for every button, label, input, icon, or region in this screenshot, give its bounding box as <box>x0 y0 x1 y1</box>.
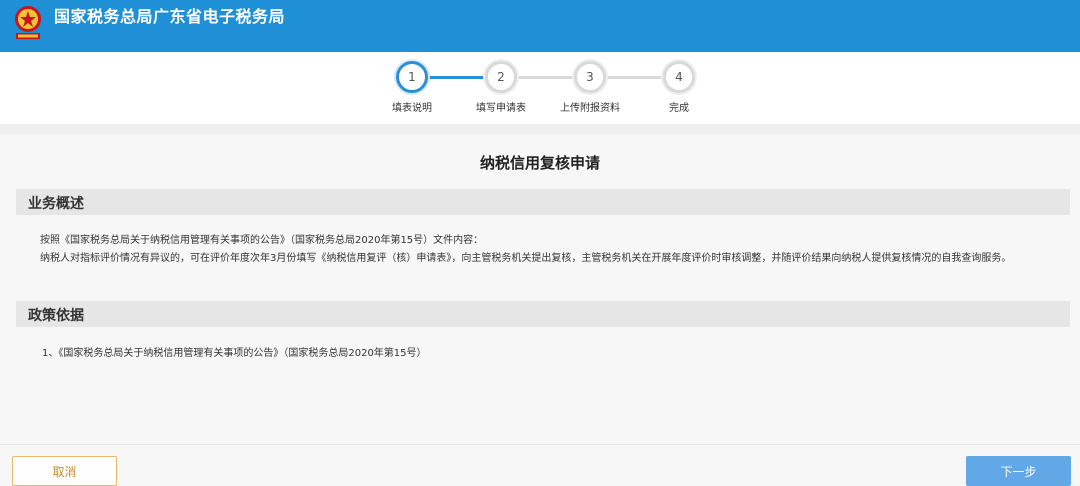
step-connector-2 <box>517 76 574 79</box>
footer-bar: 取消 下一步 <box>0 444 1080 486</box>
step-connector-1 <box>428 76 485 79</box>
policy-text: 1、《国家税务总局关于纳税信用管理有关事项的公告》（国家税务总局2020年第15… <box>26 347 1066 361</box>
overview-line-1: 按照《国家税务总局关于纳税信用管理有关事项的公告》（国家税务总局2020年第15… <box>40 235 484 246</box>
step-circle-2: 2 <box>485 61 517 93</box>
page-title: 纳税信用复核申请 <box>479 154 600 172</box>
progress-steps: 1 2 3 4 填表说明 填写申请表 上传附报资料 完成 <box>0 52 1080 124</box>
step-label-1: 填表说明 <box>392 103 432 114</box>
policy-heading: 政策依据 <box>28 308 84 324</box>
cancel-button[interactable]: 取消 <box>12 456 117 486</box>
overview-text: 按照《国家税务总局关于纳税信用管理有关事项的公告》（国家税务总局2020年第15… <box>26 234 1066 266</box>
step-connector-3 <box>606 76 663 79</box>
tax-emblem-icon <box>15 6 41 39</box>
step-label-4: 完成 <box>669 103 689 114</box>
app-title: 国家税务总局广东省电子税务局 <box>54 7 286 26</box>
step-circle-3: 3 <box>574 61 606 93</box>
next-step-button[interactable]: 下一步 <box>966 456 1071 486</box>
step-circle-1: 1 <box>396 61 428 93</box>
step-label-2: 填写申请表 <box>476 103 526 114</box>
overview-line-2-text: 纳税人对指标评价情况有异议的，可在评价年度次年3月份填写《纳税信用复评（核）申请… <box>40 253 1012 264</box>
overview-line-2: 纳税人对指标评价情况有异议的，可在评价年度次年3月份填写《纳税信用复评（核）申请… <box>26 252 1066 266</box>
app-header: 国家税务总局广东省电子税务局 <box>0 0 1080 52</box>
overview-section-header: 业务概述 <box>16 189 1070 215</box>
step-circle-4: 4 <box>663 61 695 93</box>
main-content: 纳税信用复核申请 业务概述 按照《国家税务总局关于纳税信用管理有关事项的公告》（… <box>0 134 1080 444</box>
policy-item-1: 1、《国家税务总局关于纳税信用管理有关事项的公告》（国家税务总局2020年第15… <box>42 348 427 359</box>
overview-heading: 业务概述 <box>28 196 84 212</box>
section-divider <box>0 124 1080 134</box>
step-label-3: 上传附报资料 <box>560 103 620 114</box>
policy-section-header: 政策依据 <box>16 301 1070 327</box>
